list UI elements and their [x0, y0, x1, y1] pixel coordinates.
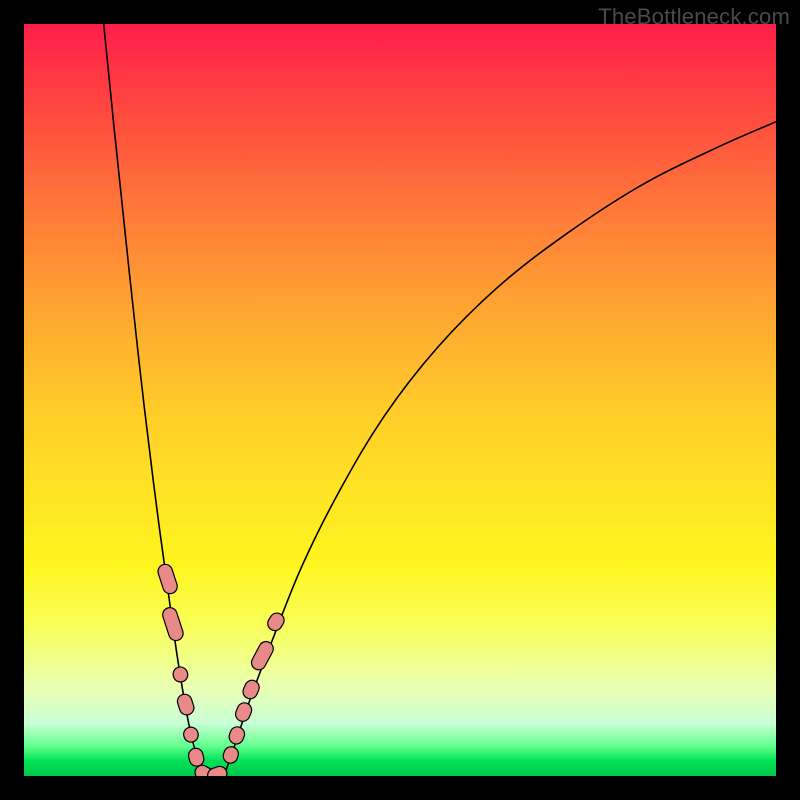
plot-frame [24, 24, 776, 776]
curve-right-branch [224, 122, 776, 776]
data-marker [176, 692, 196, 716]
curve-layer [104, 24, 776, 776]
data-marker [227, 725, 246, 746]
data-marker [241, 678, 262, 701]
data-marker [265, 610, 287, 633]
data-marker [161, 606, 185, 643]
watermark-text: TheBottleneck.com [598, 4, 790, 30]
data-marker [249, 639, 276, 672]
data-marker [156, 562, 179, 595]
data-marker [206, 764, 229, 776]
curve-left-branch [104, 24, 204, 776]
marker-layer [156, 562, 287, 776]
data-marker [187, 747, 205, 768]
data-marker [221, 745, 240, 765]
data-marker [171, 665, 189, 684]
data-marker [233, 701, 253, 724]
plot-svg [24, 24, 776, 776]
data-marker [182, 725, 200, 743]
